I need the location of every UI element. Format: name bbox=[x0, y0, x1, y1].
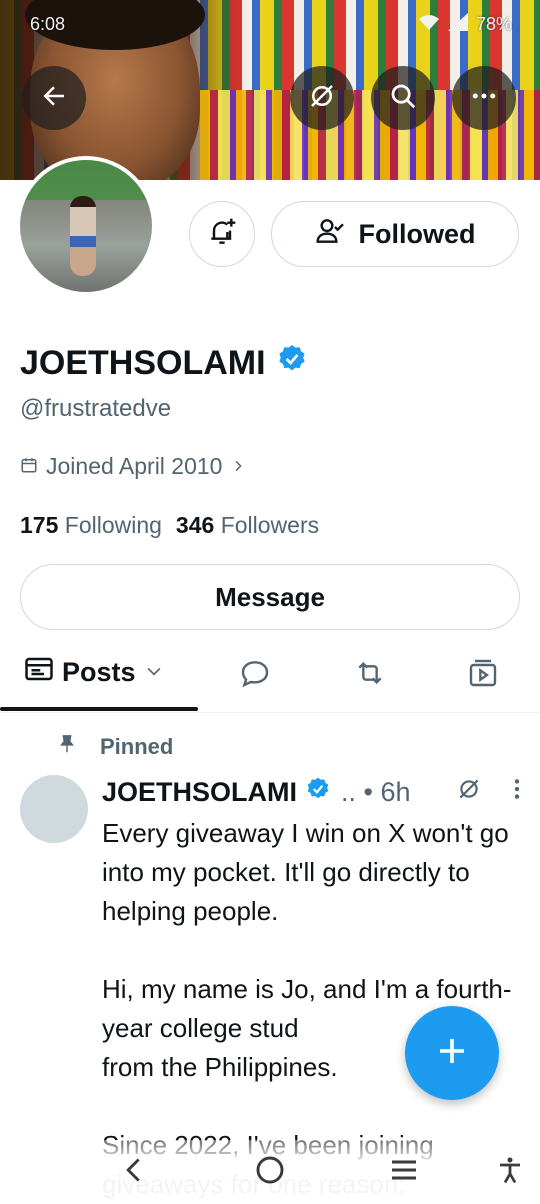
accessibility-button[interactable] bbox=[488, 1150, 532, 1194]
person-check-icon bbox=[315, 215, 347, 254]
tab-media[interactable] bbox=[466, 658, 500, 692]
message-button[interactable]: Message bbox=[20, 564, 520, 630]
signal-icon bbox=[447, 12, 468, 36]
battery-text: 78% bbox=[475, 13, 512, 34]
profile-tabs: Posts bbox=[0, 640, 540, 713]
search-icon bbox=[388, 81, 418, 116]
status-bar: 6:08 78% bbox=[30, 12, 512, 36]
nav-recents-button[interactable] bbox=[382, 1150, 426, 1194]
repost-icon bbox=[354, 657, 386, 694]
pin-icon bbox=[56, 733, 78, 761]
accessibility-icon bbox=[495, 1155, 525, 1190]
posts-tab-label: Posts bbox=[62, 657, 136, 687]
joined-row[interactable]: Joined April 2010 bbox=[20, 453, 246, 480]
video-icon bbox=[467, 657, 499, 694]
system-nav-bar bbox=[0, 1140, 540, 1200]
avatar-person bbox=[70, 196, 96, 276]
status-right: 78% bbox=[418, 12, 512, 36]
nav-home-icon bbox=[254, 1154, 286, 1191]
handle: @frustratedve bbox=[20, 395, 172, 422]
compose-button[interactable] bbox=[405, 1006, 499, 1100]
nav-back-icon bbox=[120, 1154, 148, 1191]
grok-button[interactable] bbox=[290, 66, 354, 130]
more-button[interactable] bbox=[452, 66, 516, 130]
follow-stats: 175 Following 346 Followers bbox=[20, 512, 319, 539]
joined-text: Joined April 2010 bbox=[46, 453, 223, 479]
avatar[interactable] bbox=[16, 156, 156, 296]
verified-icon[interactable] bbox=[276, 343, 308, 384]
post-meta: .. • 6h bbox=[341, 777, 411, 807]
post-verified-icon bbox=[305, 776, 331, 809]
search-button[interactable] bbox=[371, 66, 435, 130]
post-author-avatar[interactable] bbox=[20, 775, 88, 843]
nav-home-button[interactable] bbox=[248, 1150, 292, 1194]
display-name-text: JOETHSOLAMI bbox=[20, 344, 266, 382]
nav-recents-icon bbox=[388, 1154, 420, 1191]
followers-stat[interactable]: 346 Followers bbox=[176, 512, 319, 539]
pinned-label: Pinned bbox=[100, 734, 174, 759]
grok-icon bbox=[307, 81, 337, 116]
tab-active-indicator bbox=[0, 707, 198, 711]
notifications-button[interactable] bbox=[189, 201, 255, 267]
following-stat[interactable]: 175 Following bbox=[20, 512, 162, 539]
tab-replies[interactable] bbox=[238, 658, 272, 692]
posts-tab-icon bbox=[24, 654, 54, 691]
status-time: 6:08 bbox=[30, 13, 66, 34]
bell-plus-icon bbox=[206, 216, 238, 253]
tab-posts[interactable]: Posts bbox=[24, 654, 164, 691]
back-button[interactable] bbox=[22, 66, 86, 130]
plus-icon bbox=[434, 1033, 470, 1074]
following-label: Following bbox=[64, 512, 162, 538]
display-name: JOETHSOLAMI bbox=[20, 343, 308, 384]
followers-label: Followers bbox=[220, 512, 320, 538]
chevron-right-icon bbox=[230, 453, 246, 480]
post-header: JOETHSOLAMI .. • 6h bbox=[102, 776, 522, 809]
followed-label: Followed bbox=[358, 218, 476, 249]
post-grok-icon[interactable] bbox=[456, 776, 482, 809]
post-more-icon[interactable] bbox=[512, 776, 522, 809]
reply-icon bbox=[239, 657, 271, 694]
followed-button[interactable]: Followed bbox=[271, 201, 519, 267]
post-author-name[interactable]: JOETHSOLAMI bbox=[102, 777, 297, 808]
more-icon bbox=[469, 81, 499, 116]
avatar-gym-background bbox=[20, 160, 152, 200]
following-count: 175 bbox=[20, 512, 59, 538]
pinned-row: Pinned bbox=[56, 733, 173, 761]
followers-count: 346 bbox=[175, 512, 215, 538]
wifi-icon bbox=[418, 13, 440, 36]
avatar-photo bbox=[20, 160, 152, 292]
nav-back-button[interactable] bbox=[112, 1150, 156, 1194]
tab-reposts[interactable] bbox=[353, 658, 387, 692]
calendar-icon bbox=[20, 453, 38, 480]
chevron-down-icon bbox=[144, 657, 164, 688]
back-arrow-icon bbox=[39, 81, 69, 116]
